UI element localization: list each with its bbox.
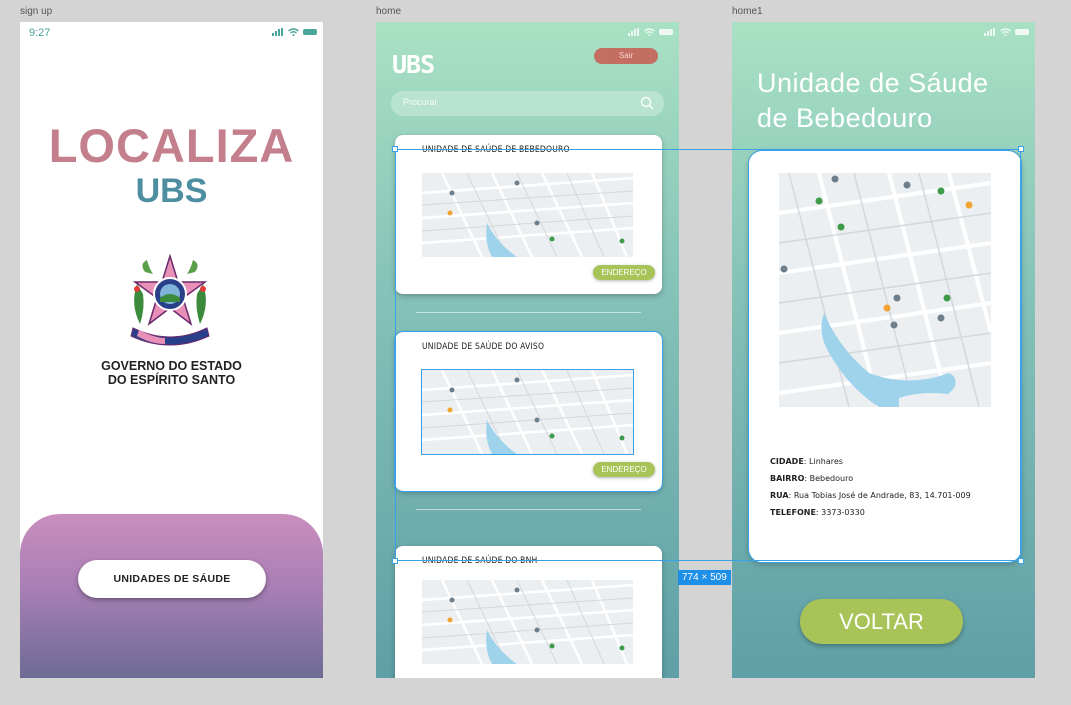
dimension-badge: 774 × 509 xyxy=(678,570,731,585)
status-bar xyxy=(732,26,1035,42)
battery-icon xyxy=(1015,29,1029,35)
state-seal-icon xyxy=(130,254,210,346)
divider xyxy=(416,312,641,313)
status-time: 9:27 xyxy=(29,27,51,39)
search-input[interactable]: Procurar xyxy=(391,91,664,116)
bottom-panel: UNIDADES DE SÁUDE xyxy=(20,514,323,678)
resize-handle[interactable] xyxy=(392,146,398,152)
map-thumbnail[interactable] xyxy=(421,369,634,455)
ubs-card-name: UNIDADE DE SAÚDE DO BNH xyxy=(422,556,538,566)
search-icon[interactable] xyxy=(640,96,654,110)
ubs-card[interactable]: UNIDADE DE SAÚDE DE BEBEDOURO ENDEREÇO xyxy=(395,135,662,294)
ubs-card[interactable]: UNIDADE DE SAÚDE DO AVISO ENDEREÇO xyxy=(394,331,663,492)
gov-line-2: DO ESPÍRITO SANTO xyxy=(107,373,236,387)
unit-title-line-2: de Bebedouro xyxy=(757,103,933,133)
wifi-icon xyxy=(288,28,299,36)
ubs-card-name: UNIDADE DE SAÚDE DO AVISO xyxy=(422,342,545,352)
wifi-icon xyxy=(1000,28,1011,36)
frame-label-signup[interactable]: sign up xyxy=(20,6,52,17)
resize-handle[interactable] xyxy=(392,558,398,564)
wifi-icon xyxy=(644,28,655,36)
signup-frame[interactable]: 9:27 LOCALIZA UBS GOVERNO DO ESTADO DO E… xyxy=(20,22,323,678)
info-rua: RUA: Rua Tobias José de Andrade, 83, 14.… xyxy=(770,491,971,500)
signal-icon xyxy=(628,28,640,36)
resize-handle[interactable] xyxy=(1018,558,1024,564)
map-thumbnail[interactable] xyxy=(422,580,633,664)
endereco-button[interactable]: ENDEREÇO xyxy=(593,462,655,477)
detail-card: CIDADE: Linhares BAIRRO: Bebedouro RUA: … xyxy=(748,150,1022,563)
map-view[interactable] xyxy=(779,173,991,407)
ubs-card-name: UNIDADE DE SAÚDE DE BEBEDOURO xyxy=(422,145,570,155)
endereco-button[interactable]: ENDEREÇO xyxy=(593,265,655,280)
map-thumbnail[interactable] xyxy=(422,173,633,257)
unit-title: Unidade de Sáude de Bebedouro xyxy=(757,66,1017,136)
unit-title-line-1: Unidade de Sáude xyxy=(757,68,989,98)
battery-icon xyxy=(659,29,673,35)
gov-line-1: GOVERNO DO ESTADO xyxy=(101,359,242,373)
frame-label-home[interactable]: home xyxy=(376,6,401,17)
home-frame[interactable]: UBS Sair Procurar UNIDADE DE SAÚDE DE BE… xyxy=(376,22,679,678)
divider xyxy=(416,509,641,510)
info-telefone: TELEFONE: 3373-0330 xyxy=(770,508,865,517)
frame-label-home1[interactable]: home1 xyxy=(732,6,763,17)
signal-icon xyxy=(984,28,996,36)
status-bar: 9:27 xyxy=(20,26,323,42)
address-info: CIDADE: Linhares BAIRRO: Bebedouro RUA: … xyxy=(770,453,971,521)
app-title: LOCALIZA xyxy=(48,119,295,172)
home1-frame[interactable]: Unidade de Sáude de Bebedouro CIDADE: Li… xyxy=(732,22,1035,678)
battery-icon xyxy=(303,29,317,35)
sair-button[interactable]: Sair xyxy=(594,48,658,64)
unidades-button[interactable]: UNIDADES DE SÁUDE xyxy=(78,560,266,598)
info-bairro: BAIRRO: Bebedouro xyxy=(770,474,854,483)
info-cidade: CIDADE: Linhares xyxy=(770,457,843,466)
signal-icon xyxy=(272,28,284,36)
resize-handle[interactable] xyxy=(1018,146,1024,152)
ubs-card[interactable]: UNIDADE DE SAÚDE DO BNH xyxy=(395,546,662,678)
page-title: UBS xyxy=(392,50,435,79)
status-bar xyxy=(376,26,679,42)
government-label: GOVERNO DO ESTADO DO ESPÍRITO SANTO xyxy=(20,359,323,387)
voltar-button[interactable]: VOLTAR xyxy=(800,599,963,644)
search-placeholder: Procurar xyxy=(403,97,438,107)
app-subtitle: UBS xyxy=(135,172,208,210)
